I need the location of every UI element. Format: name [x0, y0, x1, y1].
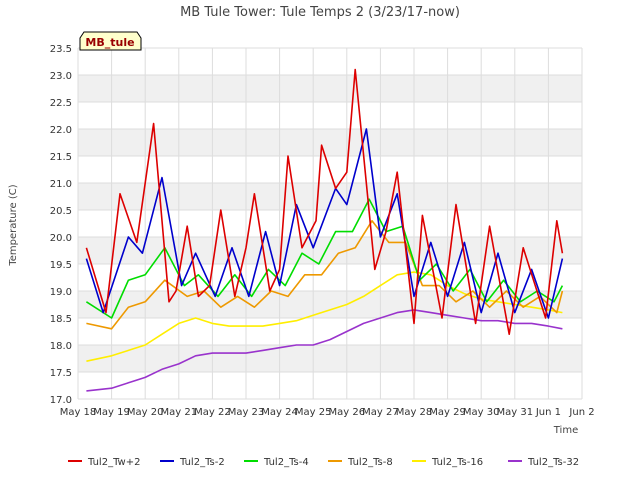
x-tick-label: May 21	[161, 407, 198, 418]
x-tick-label: May 19	[93, 407, 130, 418]
y-tick-label: 23.0	[50, 71, 72, 82]
x-tick-label: Jun 2	[568, 407, 594, 418]
x-tick-label: May 24	[261, 407, 298, 418]
legend-item: Tul2_Ts-16	[412, 457, 483, 468]
x-tick-label: Jun 1	[535, 407, 561, 418]
chart-root: MB Tule Tower: Tule Temps 2 (3/23/17-now…	[0, 0, 640, 480]
x-tick-label: May 27	[362, 407, 399, 418]
x-tick-label: May 23	[228, 407, 265, 418]
legend-label: Tul2_Ts-2	[179, 457, 225, 468]
y-tick-label: 22.0	[50, 125, 72, 136]
x-tick-label: May 31	[497, 407, 534, 418]
y-tick-label: 17.5	[50, 368, 72, 379]
x-tick-label: May 28	[396, 407, 433, 418]
y-tick-label: 20.0	[50, 233, 72, 244]
grid-band	[78, 75, 582, 102]
legend-label: Tul2_Ts-8	[347, 457, 393, 468]
grid-band	[78, 129, 582, 156]
grid-band	[78, 291, 582, 318]
x-tick-label: May 29	[429, 407, 466, 418]
legend-label: Tul2_Ts-4	[263, 457, 309, 468]
legend-item: Tul2_Ts-2	[160, 457, 225, 468]
x-tick-label: May 20	[127, 407, 164, 418]
x-tick-label: May 18	[60, 407, 97, 418]
x-axis-ticks: May 18May 19May 20May 21May 22May 23May …	[60, 407, 595, 418]
y-tick-label: 19.0	[50, 287, 72, 298]
legend-label: Tul2_Tw+2	[87, 457, 140, 468]
legend-label: Tul2_Ts-16	[431, 457, 483, 468]
legend-item: Tul2_Ts-32	[508, 457, 579, 468]
y-tick-label: 21.5	[50, 152, 72, 163]
station-label-box: MB_tule	[79, 31, 142, 51]
line-chart: MB Tule Tower: Tule Temps 2 (3/23/17-now…	[8, 5, 595, 468]
legend-item: Tul2_Ts-4	[244, 457, 309, 468]
x-tick-label: May 26	[329, 407, 366, 418]
x-axis-label: Time	[553, 425, 578, 436]
y-tick-label: 23.5	[50, 44, 72, 55]
grid-band	[78, 345, 582, 372]
x-tick-label: May 22	[194, 407, 231, 418]
y-tick-label: 19.5	[50, 260, 72, 271]
y-tick-label: 21.0	[50, 179, 72, 190]
legend-item: Tul2_Tw+2	[68, 457, 140, 468]
legend-item: Tul2_Ts-8	[328, 457, 393, 468]
legend-label: Tul2_Ts-32	[527, 457, 579, 468]
y-tick-label: 18.0	[50, 341, 72, 352]
x-tick-label: May 30	[463, 407, 500, 418]
y-axis-label: Temperature (C)	[8, 184, 19, 266]
grid-band	[78, 183, 582, 210]
y-tick-label: 17.0	[50, 395, 72, 406]
y-tick-label: 22.5	[50, 98, 72, 109]
grid-bands	[78, 48, 582, 399]
chart-title: MB Tule Tower: Tule Temps 2 (3/23/17-now…	[180, 5, 460, 20]
y-tick-label: 20.5	[50, 206, 72, 217]
legend: Tul2_Tw+2 Tul2_Ts-2 Tul2_Ts-4 Tul2_Ts-8 Tul2…	[68, 457, 579, 468]
station-label: MB_tule	[85, 36, 134, 49]
y-tick-label: 18.5	[50, 314, 72, 325]
y-axis-ticks: 17.0 17.5 18.0 18.5 19.0 19.5 20.0 20.5 21.0 21.5…	[50, 44, 72, 406]
x-tick-label: May 25	[295, 407, 332, 418]
